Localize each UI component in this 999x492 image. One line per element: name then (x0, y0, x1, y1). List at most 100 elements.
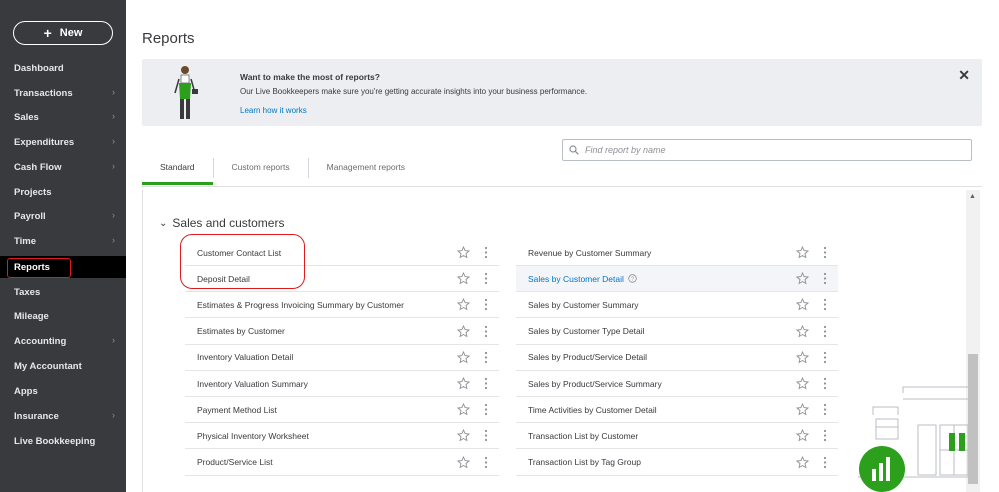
report-row-transaction-list-by-customer[interactable]: Transaction List by Customer (516, 423, 838, 450)
report-row-physical-inventory-worksheet[interactable]: Physical Inventory Worksheet (185, 423, 499, 450)
report-row-sales-by-product-service-summary[interactable]: Sales by Product/Service Summary (516, 371, 838, 397)
star-icon[interactable] (795, 376, 810, 390)
report-name[interactable]: Estimates & Progress Invoicing Summary b… (197, 300, 404, 310)
report-name[interactable]: Sales by Customer Detail (528, 274, 624, 284)
more-options-icon[interactable] (484, 456, 488, 469)
star-icon[interactable] (795, 429, 810, 442)
star-icon[interactable] (456, 403, 471, 416)
learn-how-link[interactable]: Learn how it works (240, 106, 307, 115)
star-icon[interactable] (795, 455, 810, 469)
sidebar-item-expenditures[interactable]: Expenditures › (0, 131, 126, 153)
info-icon[interactable]: ? (628, 274, 637, 283)
new-button[interactable]: + New (13, 21, 113, 45)
sidebar-item-payroll[interactable]: Payroll › (0, 205, 126, 227)
more-options-icon[interactable] (823, 246, 827, 259)
star-icon[interactable] (456, 298, 471, 311)
star-icon[interactable] (456, 350, 471, 364)
report-name[interactable]: Sales by Product/Service Summary (528, 379, 662, 389)
more-options-icon[interactable] (823, 429, 827, 442)
tab-standard[interactable]: Standard (142, 152, 213, 185)
sidebar-item-live-bookkeeping[interactable]: Live Bookkeeping (0, 430, 126, 452)
star-icon[interactable] (795, 298, 810, 311)
more-options-icon[interactable] (823, 272, 827, 285)
report-row-sales-by-customer-summary[interactable]: Sales by Customer Summary (516, 292, 838, 319)
report-row-time-activities-by-customer-detail[interactable]: Time Activities by Customer Detail (516, 397, 838, 424)
more-options-icon[interactable] (484, 429, 488, 442)
tab-custom-reports[interactable]: Custom reports (214, 152, 308, 182)
sidebar-item-apps[interactable]: Apps (0, 380, 126, 402)
search-input[interactable] (585, 145, 955, 155)
report-name[interactable]: Estimates by Customer (197, 326, 285, 336)
sidebar-item-my-accountant[interactable]: My Accountant (0, 355, 126, 377)
star-icon[interactable] (456, 429, 471, 442)
report-name[interactable]: Product/Service List (197, 457, 273, 467)
report-name[interactable]: Sales by Product/Service Detail (528, 352, 647, 362)
report-name[interactable]: Inventory Valuation Summary (197, 379, 308, 389)
more-options-icon[interactable] (484, 246, 488, 259)
sidebar-item-cash-flow[interactable]: Cash Flow › (0, 156, 126, 178)
star-icon[interactable] (456, 272, 471, 285)
report-name[interactable]: Inventory Valuation Detail (197, 352, 293, 362)
report-name[interactable]: Payment Method List (197, 405, 277, 415)
star-icon[interactable] (795, 403, 810, 416)
sidebar-item-taxes[interactable]: Taxes (0, 281, 126, 303)
chevron-right-icon: › (112, 410, 115, 420)
close-icon[interactable]: ✕ (958, 67, 970, 84)
sidebar-item-label: Insurance (14, 410, 59, 422)
more-options-icon[interactable] (823, 325, 827, 338)
star-icon[interactable] (456, 455, 471, 469)
report-name[interactable]: Transaction List by Customer (528, 431, 638, 441)
star-icon[interactable] (456, 245, 471, 259)
report-row-revenue-by-customer-summary[interactable]: Revenue by Customer Summary (516, 240, 838, 266)
more-options-icon[interactable] (484, 325, 488, 338)
star-icon[interactable] (795, 245, 810, 259)
sidebar-item-label: Taxes (14, 286, 41, 298)
section-header[interactable]: ⌄ Sales and customers (159, 216, 284, 230)
report-name[interactable]: Time Activities by Customer Detail (528, 405, 657, 415)
report-row-inventory-valuation-detail[interactable]: Inventory Valuation Detail (185, 345, 499, 371)
sidebar-item-transactions[interactable]: Transactions › (0, 82, 126, 104)
sidebar-item-sales[interactable]: Sales › (0, 106, 126, 128)
report-row-sales-by-product-service-detail[interactable]: Sales by Product/Service Detail (516, 345, 838, 371)
report-name[interactable]: Physical Inventory Worksheet (197, 431, 309, 441)
sidebar-item-projects[interactable]: Projects (0, 181, 126, 203)
bookkeeper-illustration (174, 66, 198, 119)
search-icon (569, 145, 579, 155)
report-row-sales-by-customer-detail[interactable]: Sales by Customer Detail? (516, 266, 838, 293)
report-row-estimates-progress-invoicing-summary-by-customer[interactable]: Estimates & Progress Invoicing Summary b… (185, 292, 499, 319)
sidebar-item-time[interactable]: Time › (0, 230, 126, 252)
star-icon[interactable] (456, 376, 471, 390)
sidebar-item-mileage[interactable]: Mileage (0, 305, 126, 327)
report-name[interactable]: Sales by Customer Summary (528, 300, 639, 310)
report-row-sales-by-customer-type-detail[interactable]: Sales by Customer Type Detail (516, 319, 838, 345)
report-name[interactable]: Sales by Customer Type Detail (528, 326, 645, 336)
star-icon[interactable] (795, 350, 810, 364)
report-name[interactable]: Revenue by Customer Summary (528, 248, 651, 258)
more-options-icon[interactable] (484, 377, 488, 390)
more-options-icon[interactable] (823, 298, 827, 311)
more-options-icon[interactable] (484, 351, 488, 364)
report-row-transaction-list-by-tag-group[interactable]: Transaction List by Tag Group (516, 450, 838, 476)
report-row-inventory-valuation-summary[interactable]: Inventory Valuation Summary (185, 371, 499, 397)
more-options-icon[interactable] (484, 298, 488, 311)
sidebar-item-insurance[interactable]: Insurance › (0, 405, 126, 427)
sidebar-item-accounting[interactable]: Accounting › (0, 330, 126, 352)
more-options-icon[interactable] (823, 351, 827, 364)
scroll-up-icon[interactable]: ▲ (969, 193, 976, 200)
star-icon[interactable] (795, 272, 810, 285)
star-icon[interactable] (795, 324, 810, 338)
scroll-thumb[interactable] (968, 354, 978, 484)
report-name[interactable]: Transaction List by Tag Group (528, 457, 641, 467)
more-options-icon[interactable] (823, 377, 827, 390)
scrollbar[interactable]: ▲ (966, 190, 980, 492)
more-options-icon[interactable] (484, 272, 488, 285)
more-options-icon[interactable] (823, 456, 827, 469)
sidebar-item-dashboard[interactable]: Dashboard (0, 57, 126, 79)
report-row-estimates-by-customer[interactable]: Estimates by Customer (185, 319, 499, 345)
report-row-product-service-list[interactable]: Product/Service List (185, 450, 499, 476)
more-options-icon[interactable] (823, 403, 827, 416)
report-row-payment-method-list[interactable]: Payment Method List (185, 397, 499, 424)
tab-management-reports[interactable]: Management reports (309, 152, 423, 182)
star-icon[interactable] (456, 324, 471, 338)
more-options-icon[interactable] (484, 403, 488, 416)
